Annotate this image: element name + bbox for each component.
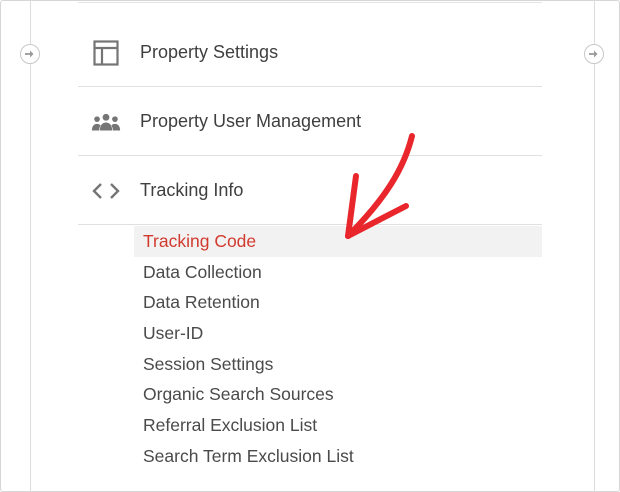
submenu-item-referral-exclusion-list[interactable]: Referral Exclusion List xyxy=(134,410,542,441)
menu-item-label: Property User Management xyxy=(140,111,362,132)
right-column-divider xyxy=(594,0,595,492)
submenu-item-search-term-exclusion-list[interactable]: Search Term Exclusion List xyxy=(134,441,542,472)
submenu-item-data-collection[interactable]: Data Collection xyxy=(134,257,542,288)
submenu-item-session-settings[interactable]: Session Settings xyxy=(134,349,542,380)
menu-item-property-user-management[interactable]: Property User Management xyxy=(78,88,542,156)
submenu-item-organic-search-sources[interactable]: Organic Search Sources xyxy=(134,379,542,410)
tracking-info-submenu: Tracking Code Data Collection Data Reten… xyxy=(134,226,542,472)
menu-item-tracking-info[interactable]: Tracking Info xyxy=(78,157,542,225)
collapse-right-button[interactable] xyxy=(584,44,604,64)
people-icon xyxy=(90,108,122,136)
arrow-right-circle-icon xyxy=(25,50,34,58)
divider xyxy=(78,224,542,225)
arrow-right-circle-icon xyxy=(589,50,598,58)
divider xyxy=(78,155,542,156)
red-arrow-icon xyxy=(345,133,415,239)
menu-item-label: Property Settings xyxy=(140,42,279,63)
column-top-border xyxy=(78,2,542,3)
layout-icon xyxy=(90,39,122,67)
left-column-divider xyxy=(30,0,31,492)
menu-item-label: Tracking Info xyxy=(140,180,244,201)
menu-item-property-settings[interactable]: Property Settings xyxy=(78,19,542,87)
collapse-left-button[interactable] xyxy=(20,44,40,64)
submenu-item-data-retention[interactable]: Data Retention xyxy=(134,287,542,318)
divider xyxy=(78,86,542,87)
submenu-item-user-id[interactable]: User-ID xyxy=(134,318,542,349)
code-brackets-icon xyxy=(90,177,122,205)
